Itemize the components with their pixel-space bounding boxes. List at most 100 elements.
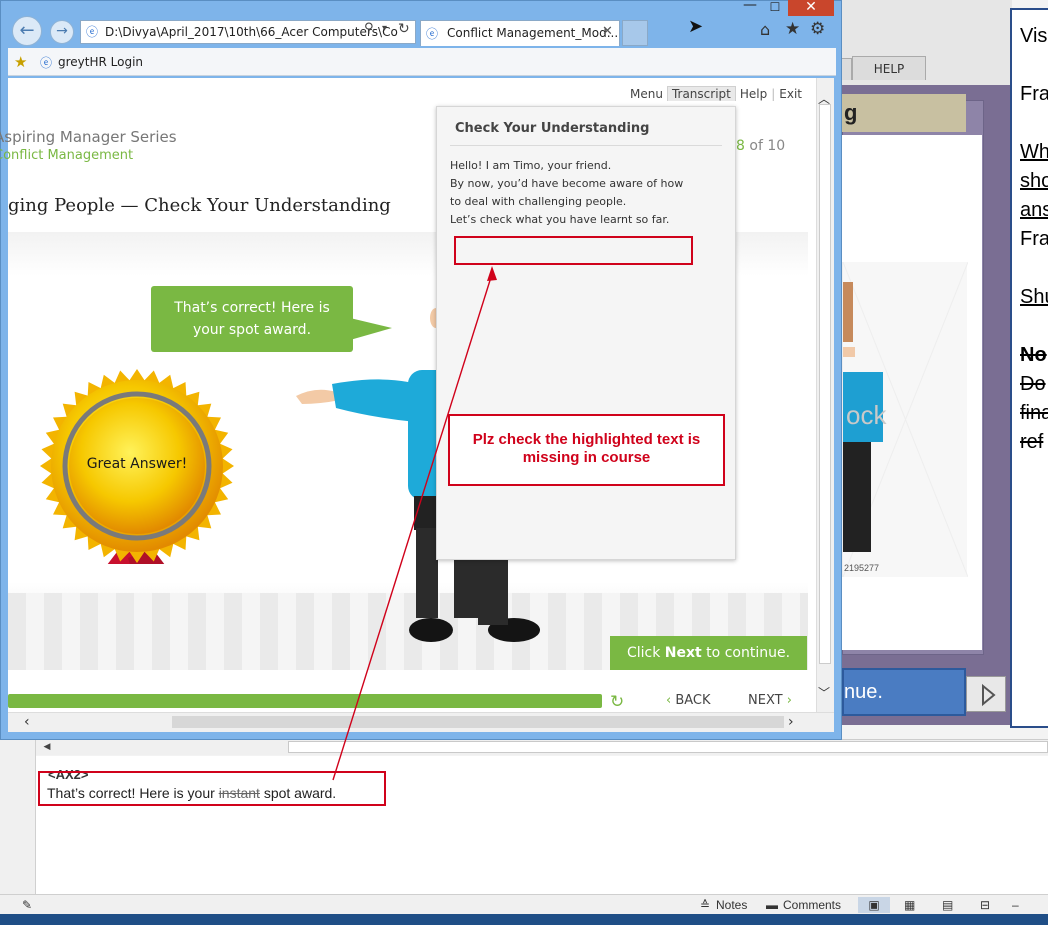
reading-view-icon[interactable]: ▤ [942, 897, 953, 913]
exit-link[interactable]: Exit [775, 87, 806, 101]
tab-close-icon[interactable]: ✕ [602, 24, 613, 39]
hscroll-thumb[interactable] [172, 716, 784, 728]
review-comment-box: Plz check the highlighted text is missin… [448, 414, 725, 486]
module-title: Conflict Management [0, 148, 134, 163]
doc-line [1020, 312, 1048, 341]
gear-icon[interactable]: ⚙ [810, 19, 825, 39]
play-arrow-icon [982, 683, 996, 707]
maximize-button[interactable]: ☐ [764, 0, 786, 16]
doc-line: ans [1020, 199, 1048, 221]
doc-line [1020, 109, 1048, 138]
background-stock-code: 2195277 [844, 563, 880, 573]
page-counter: 8 of 10 [736, 138, 785, 154]
comments-icon: ▬ [766, 898, 778, 912]
transcript-divider [450, 145, 722, 146]
progress-bar [8, 694, 602, 708]
doc-line [1020, 51, 1048, 80]
transcript-tab[interactable]: Transcript [666, 86, 736, 101]
chevron-left-icon[interactable]: ‹ [24, 714, 30, 730]
background-help-tab[interactable]: HELP [852, 56, 926, 80]
background-hscroll-thumb[interactable] [288, 741, 1048, 753]
continue-next-word: Next [664, 645, 702, 661]
favorites-star-icon[interactable]: ★ [785, 19, 800, 39]
notes-toggle[interactable]: Notes [716, 897, 747, 913]
help-link[interactable]: Help [736, 87, 771, 101]
series-title: Aspiring Manager Series [0, 128, 177, 146]
browser-tab-active[interactable]: Conflict Management_Mod... [420, 20, 620, 46]
transcript-line: Let’s check what you have learnt so far. [450, 213, 670, 226]
slideshow-icon[interactable]: ⊟ [980, 897, 990, 913]
add-favorite-icon[interactable]: ★ [14, 53, 27, 71]
chevron-right-icon: › [786, 693, 792, 708]
doc-line: sho [1020, 170, 1048, 192]
background-next-arrow-button[interactable] [966, 676, 1006, 712]
transcript-text: Hello! I am Timo, your friend. By now, y… [450, 157, 730, 229]
doc-line: Fra [1020, 83, 1048, 105]
mouse-cursor-icon: ➤ [688, 16, 704, 37]
ie-page-icon: ⓔ [86, 25, 99, 39]
award-label: Great Answer! [86, 456, 188, 472]
transcript-line: to deal with challenging people. [450, 195, 627, 208]
ie-page-icon: ⓔ [426, 27, 439, 41]
refresh-icon[interactable]: ↻ [398, 21, 410, 37]
background-watermark: ock [846, 400, 887, 430]
slide-sorter-icon[interactable]: ▦ [904, 897, 915, 913]
doc-line: Wh [1020, 141, 1048, 163]
page-total: of 10 [749, 138, 786, 154]
favorite-link-greythr[interactable]: greytHR Login [58, 55, 143, 69]
doc-line: ref [1020, 431, 1044, 453]
continue-text: to continue. [701, 645, 791, 661]
course-top-nav: Menu Transcript Help | Exit [626, 86, 806, 104]
doc-line: Vis [1020, 25, 1048, 47]
browser-forward-button[interactable]: → [50, 20, 74, 44]
vscroll-thumb[interactable] [819, 104, 831, 664]
chevron-down-icon[interactable]: ▾ [382, 23, 387, 34]
doc-line: Do [1020, 373, 1046, 395]
background-continue-button[interactable]: nue. [842, 668, 966, 716]
zoom-out-icon[interactable]: – [1012, 897, 1019, 913]
arrow-left-icon: ← [19, 20, 35, 41]
back-button[interactable]: ‹ BACK [666, 693, 711, 708]
new-tab-button[interactable] [622, 20, 648, 46]
close-button[interactable]: ✕ [788, 0, 834, 16]
next-button[interactable]: NEXT › [748, 693, 792, 708]
chevron-down-icon[interactable]: ﹀ [818, 684, 830, 701]
minimize-button[interactable]: — [738, 0, 762, 16]
transcript-line: By now, you’d have become aware of how [450, 177, 684, 190]
browser-back-button[interactable]: ← [12, 16, 42, 46]
missing-text-highlight [454, 236, 693, 265]
background-left-gutter [0, 740, 36, 894]
doc-line: No [1020, 344, 1047, 366]
scroll-left-icon[interactable]: ◀ [40, 741, 54, 753]
doc-line: fina [1020, 402, 1048, 424]
transcript-title: Check Your Understanding [455, 121, 650, 136]
menu-link[interactable]: Menu [626, 87, 667, 101]
continue-text: Click [626, 645, 665, 661]
comments-toggle[interactable]: Comments [783, 897, 841, 913]
status-bar: ✎ ≙ Notes ▬ Comments ▣ ▦ ▤ ⊟ – [0, 894, 1048, 914]
chevron-up-icon[interactable]: ︿ [818, 90, 830, 107]
transcript-line: Hello! I am Timo, your friend. [450, 159, 612, 172]
chevron-right-icon[interactable]: › [788, 714, 794, 730]
doc-line: Shu [1020, 286, 1048, 308]
doc-line: Fra [1020, 228, 1048, 250]
continue-banner: Click Next to continue. [610, 636, 807, 670]
taskbar [0, 914, 1048, 925]
replay-icon[interactable]: ↻ [610, 692, 624, 712]
background-document: Vis Fra Wh sho ans Fra Shu No Do fina re… [1010, 8, 1048, 728]
edit-icon[interactable]: ✎ [22, 897, 32, 913]
ie-page-icon: ⓔ [40, 56, 53, 70]
chevron-left-icon: ‹ [666, 693, 672, 708]
doc-line [1020, 254, 1048, 283]
page-title: ging People — Check Your Understanding [8, 195, 391, 216]
normal-view-icon[interactable]: ▣ [858, 897, 890, 913]
current-page: 8 [736, 138, 745, 154]
search-icon[interactable]: ⚲ [364, 21, 374, 36]
notes-highlight [38, 771, 386, 806]
arrow-right-icon: → [56, 23, 68, 39]
next-label: NEXT [748, 693, 783, 708]
back-label: BACK [675, 693, 711, 708]
home-icon[interactable]: ⌂ [760, 20, 770, 39]
background-slide-heading: g [842, 94, 966, 132]
notes-icon: ≙ [700, 898, 711, 912]
